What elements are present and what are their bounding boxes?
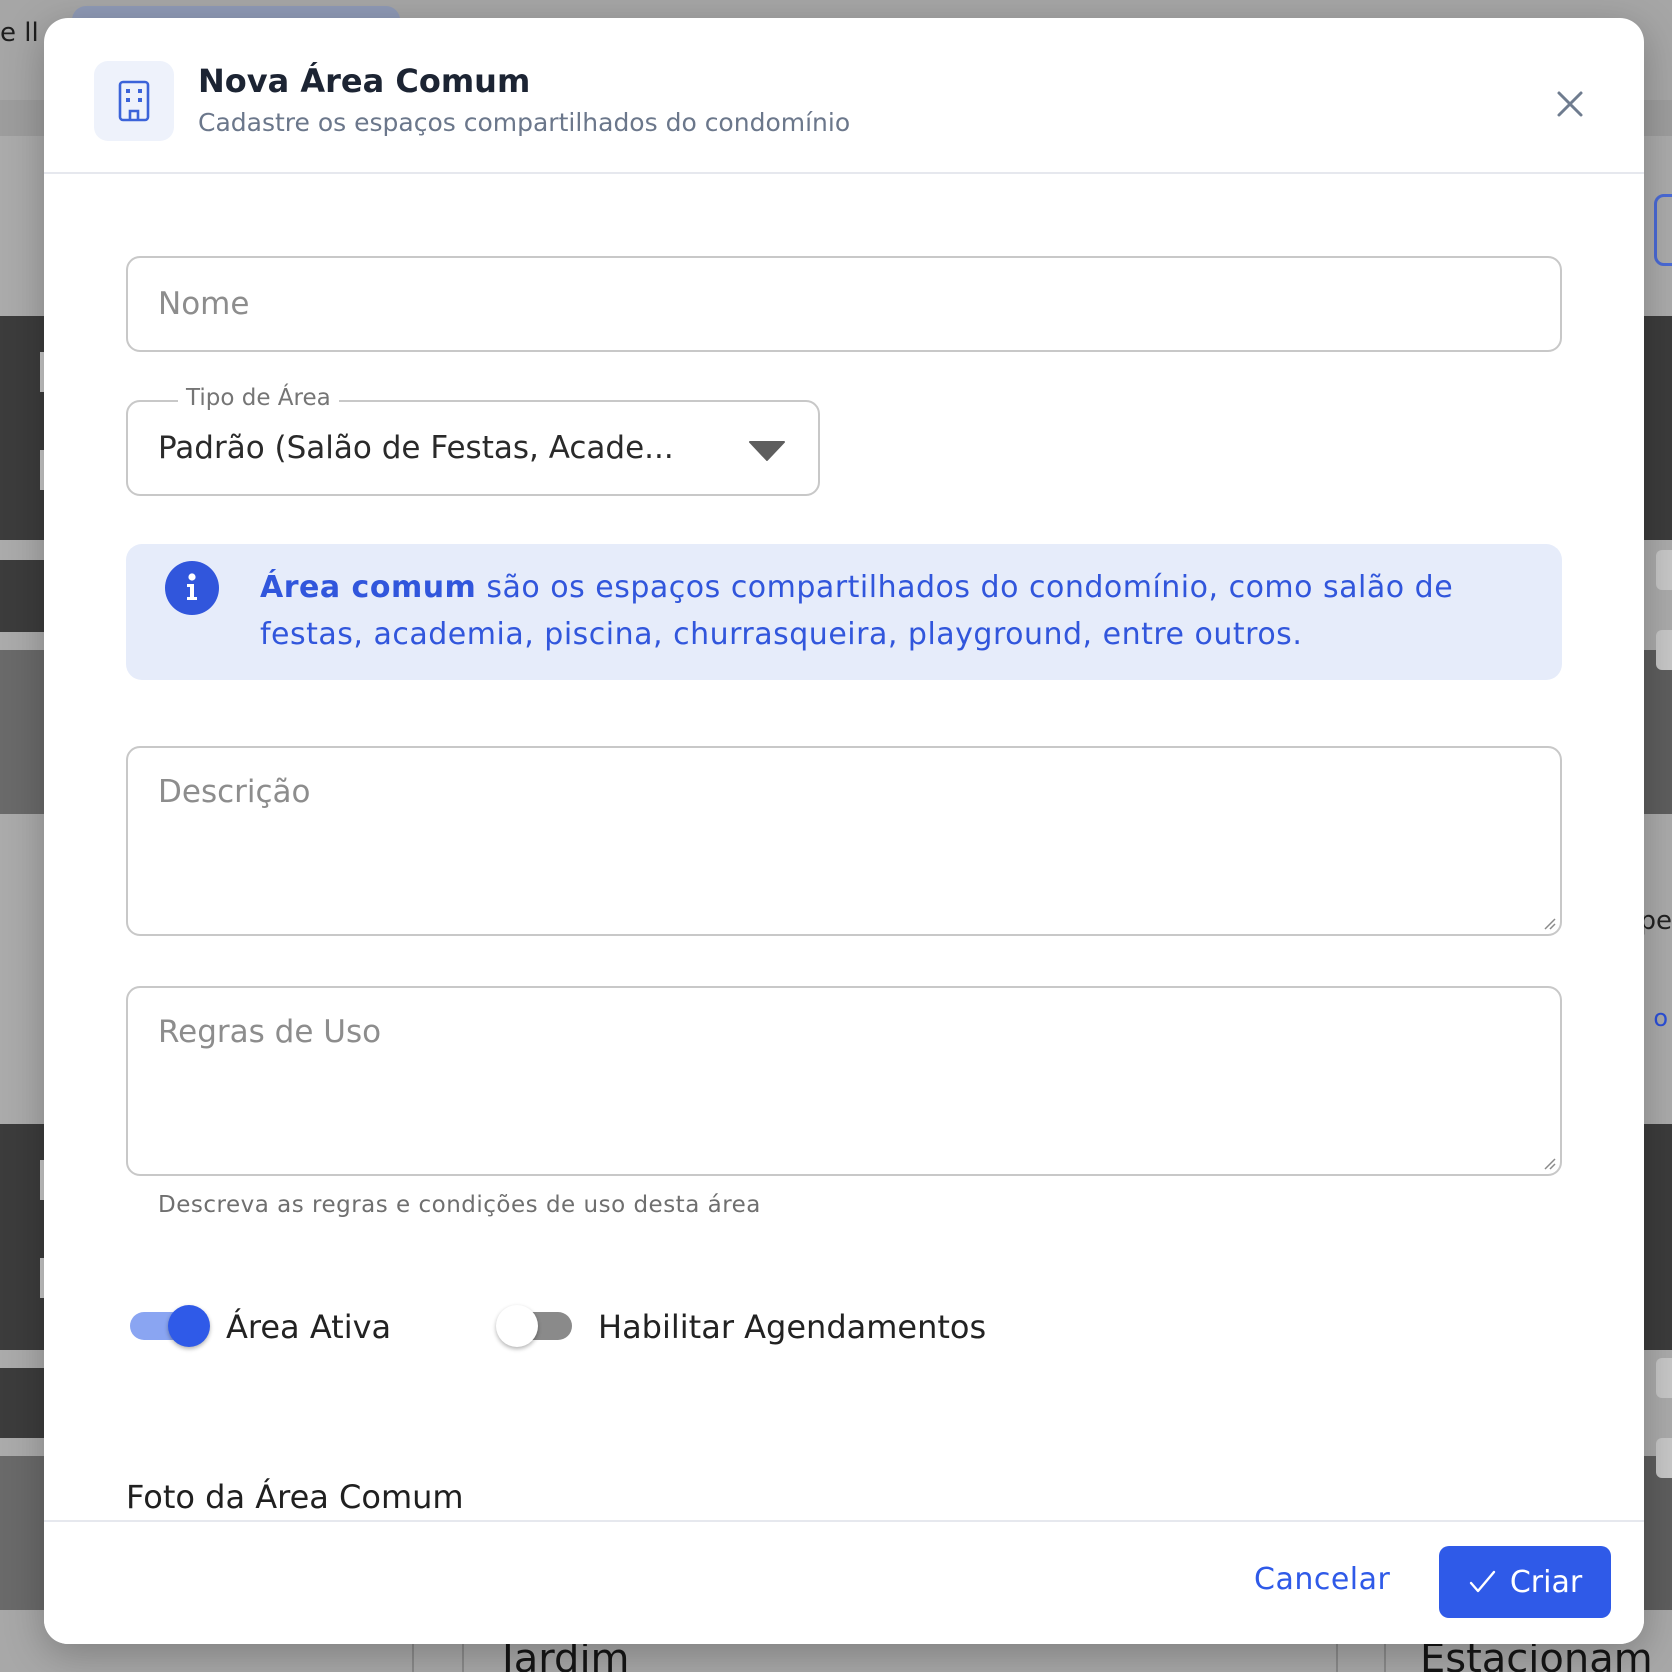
cancel-button[interactable]: Cancelar <box>1254 1562 1390 1597</box>
description-placeholder: Descrição <box>158 774 311 810</box>
enable-scheduling-toggle[interactable] <box>496 1304 586 1348</box>
name-placeholder: Nome <box>158 286 250 322</box>
info-bold-text: Área comum <box>260 570 477 605</box>
background-chip <box>1656 550 1672 590</box>
background-edge-text: pe <box>1639 906 1672 936</box>
description-textarea[interactable]: Descrição <box>126 746 1562 936</box>
area-type-label: Tipo de Área <box>178 385 339 411</box>
info-banner: Área comum são os espaços compartilhados… <box>126 544 1562 680</box>
close-icon <box>1557 91 1583 117</box>
area-type-value: Padrão (Salão de Festas, Acade... <box>158 430 674 466</box>
new-common-area-dialog: Nova Área Comum Cadastre os espaços comp… <box>44 18 1644 1644</box>
resize-handle-icon[interactable] <box>1542 916 1556 930</box>
rules-helper-text: Descreva as regras e condições de uso de… <box>158 1192 761 1218</box>
dialog-subtitle: Cadastre os espaços compartilhados do co… <box>198 108 851 137</box>
background-card-image <box>0 650 46 814</box>
area-type-select[interactable]: Tipo de Área Padrão (Salão de Festas, Ac… <box>126 385 820 496</box>
area-active-label: Área Ativa <box>226 1308 392 1346</box>
create-label: Criar <box>1509 1564 1583 1600</box>
background-chip <box>1656 630 1672 670</box>
close-button[interactable] <box>1550 84 1590 124</box>
rules-placeholder: Regras de Uso <box>158 1014 382 1050</box>
enable-scheduling-label: Habilitar Agendamentos <box>598 1308 987 1346</box>
chevron-down-icon <box>749 441 785 461</box>
background-card-image <box>0 560 46 632</box>
rules-textarea[interactable]: Regras de Uso <box>126 986 1562 1176</box>
area-active-toggle[interactable] <box>128 1304 218 1348</box>
resize-handle-icon[interactable] <box>1542 1156 1556 1170</box>
background-card-image <box>0 1368 46 1438</box>
background-chip <box>1656 1438 1672 1478</box>
create-button[interactable]: Criar <box>1439 1546 1611 1618</box>
info-text: Área comum são os espaços compartilhados… <box>260 564 1530 658</box>
building-icon <box>94 61 174 141</box>
toggle-knob <box>496 1305 538 1347</box>
background-card-image <box>0 316 46 540</box>
background-chip <box>1656 1358 1672 1398</box>
dialog-footer: Cancelar Criar <box>44 1520 1644 1644</box>
background-edge-link: o <box>1653 1004 1668 1032</box>
background-card-image <box>0 1456 46 1610</box>
check-icon <box>1469 1570 1496 1593</box>
background-button-outline <box>1654 194 1672 266</box>
background-title: e ll <box>0 18 39 48</box>
info-icon <box>165 561 219 615</box>
name-input[interactable]: Nome <box>126 256 1562 352</box>
toggle-knob <box>168 1305 210 1347</box>
background-card-image <box>0 1124 46 1350</box>
dialog-header: Nova Área Comum Cadastre os espaços comp… <box>44 18 1644 174</box>
dialog-title: Nova Área Comum <box>198 62 531 100</box>
photo-section-title: Foto da Área Comum <box>126 1478 464 1516</box>
